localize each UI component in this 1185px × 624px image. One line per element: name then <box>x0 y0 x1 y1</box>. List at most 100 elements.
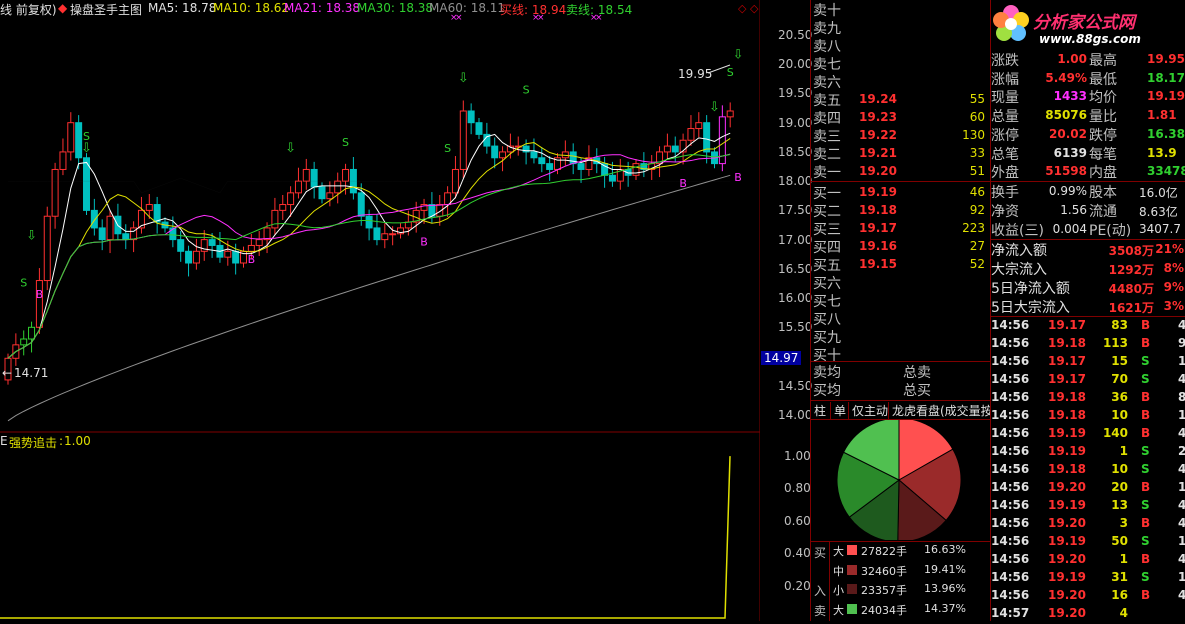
tick-count: 4 <box>1178 372 1185 386</box>
candle-body <box>373 227 381 241</box>
sell-arrow-icon: ⇩ <box>285 141 296 156</box>
candle-body <box>726 110 734 118</box>
order-volume: 60 <box>969 110 985 124</box>
sell-arrow-icon: ⇩ <box>81 141 92 156</box>
order-book-row: 买四 19.16 27 <box>811 237 991 256</box>
tick-time: 14:56 <box>991 588 1030 602</box>
tick-price: 19.20 <box>1048 552 1086 566</box>
flow-percent: 16.63% <box>924 543 966 556</box>
tick-row[interactable]: 14:56 19.18 10 B 1 <box>991 408 1185 426</box>
tick-row[interactable]: 14:57 19.20 4 <box>991 606 1185 624</box>
logo-banner[interactable]: 分析家公式网 www.88gs.com <box>991 0 1185 48</box>
order-book-row: 买六 <box>811 273 991 292</box>
quote-label: 股本 <box>1089 185 1117 201</box>
tick-row[interactable]: 14:56 19.20 1 B 4 <box>991 552 1185 570</box>
tick-side: S <box>1141 570 1150 584</box>
tick-row[interactable]: 14:56 19.19 140 B 4 <box>991 426 1185 444</box>
sell-arrow-icon: ⇩ <box>733 47 744 62</box>
quote-value: 19.95 <box>1147 52 1185 66</box>
fund-flow-row: 大宗流入 1292万 8% <box>991 259 1185 278</box>
order-book-row: 卖四 19.23 60 <box>811 108 991 127</box>
order-label: 买九 <box>813 330 841 346</box>
flow-tab[interactable]: 龙虎看盘(成交量按 <box>889 402 991 419</box>
quote-label: 涨幅 <box>991 71 1019 88</box>
ma5-line <box>7 132 731 359</box>
tick-row[interactable]: 14:56 19.18 113 B 9 <box>991 336 1185 354</box>
tick-time: 14:57 <box>991 606 1030 620</box>
tick-time: 14:56 <box>991 390 1030 404</box>
diamond-icon[interactable]: ◇ <box>750 2 758 15</box>
diamond-icon[interactable]: ◇ <box>738 2 746 15</box>
tick-volume: 3 <box>1119 516 1128 530</box>
order-book-row: 卖五 19.24 55 <box>811 90 991 109</box>
tick-row[interactable]: 14:56 19.17 15 S 1 <box>991 354 1185 372</box>
tick-price: 19.20 <box>1048 606 1086 620</box>
tick-row[interactable]: 14:56 19.19 1 S 2 <box>991 444 1185 462</box>
kline-chart-svg[interactable]: SB⇩S⇩B⇩ SBS⇩SB⇩S⇩B×× ×× ×× <box>0 0 760 621</box>
candle-body <box>663 145 671 153</box>
tick-side: B <box>1141 552 1151 566</box>
quote-value: 33478 <box>1147 164 1185 179</box>
tick-row[interactable]: 14:56 19.20 16 B 4 <box>991 588 1185 606</box>
fund-flow-row: 净流入额 3508万 21% <box>991 240 1185 259</box>
candle-body <box>279 204 287 211</box>
tick-time: 14:56 <box>991 444 1030 458</box>
fund-flow-percent: 8% <box>1163 261 1184 275</box>
fund-flow-label: 5日净流入额 <box>991 281 1070 297</box>
candle-body <box>224 250 232 258</box>
order-book-row: 买八 <box>811 309 991 328</box>
tick-row[interactable]: 14:56 19.17 83 B 4 <box>991 318 1185 336</box>
flow-tab[interactable]: 单 <box>831 402 849 419</box>
tick-row[interactable]: 14:56 19.19 31 S 1 <box>991 570 1185 588</box>
quote-value: 8.63亿 <box>1139 205 1178 219</box>
candle-body <box>695 122 703 130</box>
quote-label: 收益(三) <box>991 223 1044 239</box>
quote-value: 3407.7 <box>1139 222 1181 236</box>
candle-body <box>671 145 679 153</box>
order-book-row: 卖九 <box>811 18 991 37</box>
flow-tab[interactable]: 仅主动 <box>849 402 889 419</box>
logo-title: 分析家公式网 <box>1033 13 1135 33</box>
price-tick-label: 20.50 <box>778 28 813 42</box>
candle-body <box>106 215 114 241</box>
quote-row: 外盘 51598 内盘 33478 <box>991 162 1185 181</box>
indicator-line <box>0 456 731 619</box>
candle-body <box>389 233 397 236</box>
tick-row[interactable]: 14:56 19.20 3 B 4 <box>991 516 1185 534</box>
buy-signal-label: B <box>36 288 44 301</box>
tick-row[interactable]: 14:56 19.19 13 S 4 <box>991 498 1185 516</box>
tick-price: 19.19 <box>1048 498 1086 512</box>
tick-volume: 13 <box>1111 498 1128 512</box>
tick-side: B <box>1141 318 1151 332</box>
indicator-prefix: E <box>0 434 8 448</box>
kline-chart-area[interactable]: S B ⇩ S ⇩ B ⇩ S B S ⇩ S B ⇩ S ⇩ B × × × × × × 线 前复权) ◆ 操盘圣手主图 … <box>0 0 812 621</box>
order-volume: 130 <box>962 128 985 142</box>
tick-row[interactable]: 14:56 19.17 70 S 4 <box>991 372 1185 390</box>
sell-line-label: 买线: 18.94 <box>500 3 567 17</box>
order-book-row: 买二 19.18 92 <box>811 201 991 220</box>
tick-row[interactable]: 14:56 19.20 20 B 1 <box>991 480 1185 498</box>
fund-flow-label: 5日大宗流入 <box>991 300 1070 316</box>
price-tick-label: 14.00 <box>778 408 813 422</box>
sell-signal-label: S <box>523 83 530 96</box>
divider <box>811 400 991 401</box>
candle-body <box>538 157 546 165</box>
divider <box>811 181 991 182</box>
tick-side: S <box>1141 372 1150 386</box>
candle-body <box>404 221 412 229</box>
candle-body <box>51 168 59 217</box>
sell-arrow-icon: ⇩ <box>26 229 37 244</box>
candle-body <box>153 204 161 223</box>
tick-row[interactable]: 14:56 19.18 36 B 8 <box>991 390 1185 408</box>
quote-row: 净资 1.56 流通 8.63亿 <box>991 201 1185 220</box>
order-volume: 51 <box>969 164 985 178</box>
tick-row[interactable]: 14:56 19.18 10 S 4 <box>991 462 1185 480</box>
order-label: 卖三 <box>813 129 841 145</box>
chart-title-prefix: 线 前复权) <box>0 3 57 17</box>
quote-value: 19.19 <box>1147 89 1185 104</box>
flow-tab[interactable]: 柱 <box>811 402 831 419</box>
tick-row[interactable]: 14:56 19.19 50 S 1 <box>991 534 1185 552</box>
order-label: 卖一 <box>813 165 841 181</box>
candle-body <box>444 192 452 206</box>
quote-label: PE(动) <box>1089 223 1132 239</box>
